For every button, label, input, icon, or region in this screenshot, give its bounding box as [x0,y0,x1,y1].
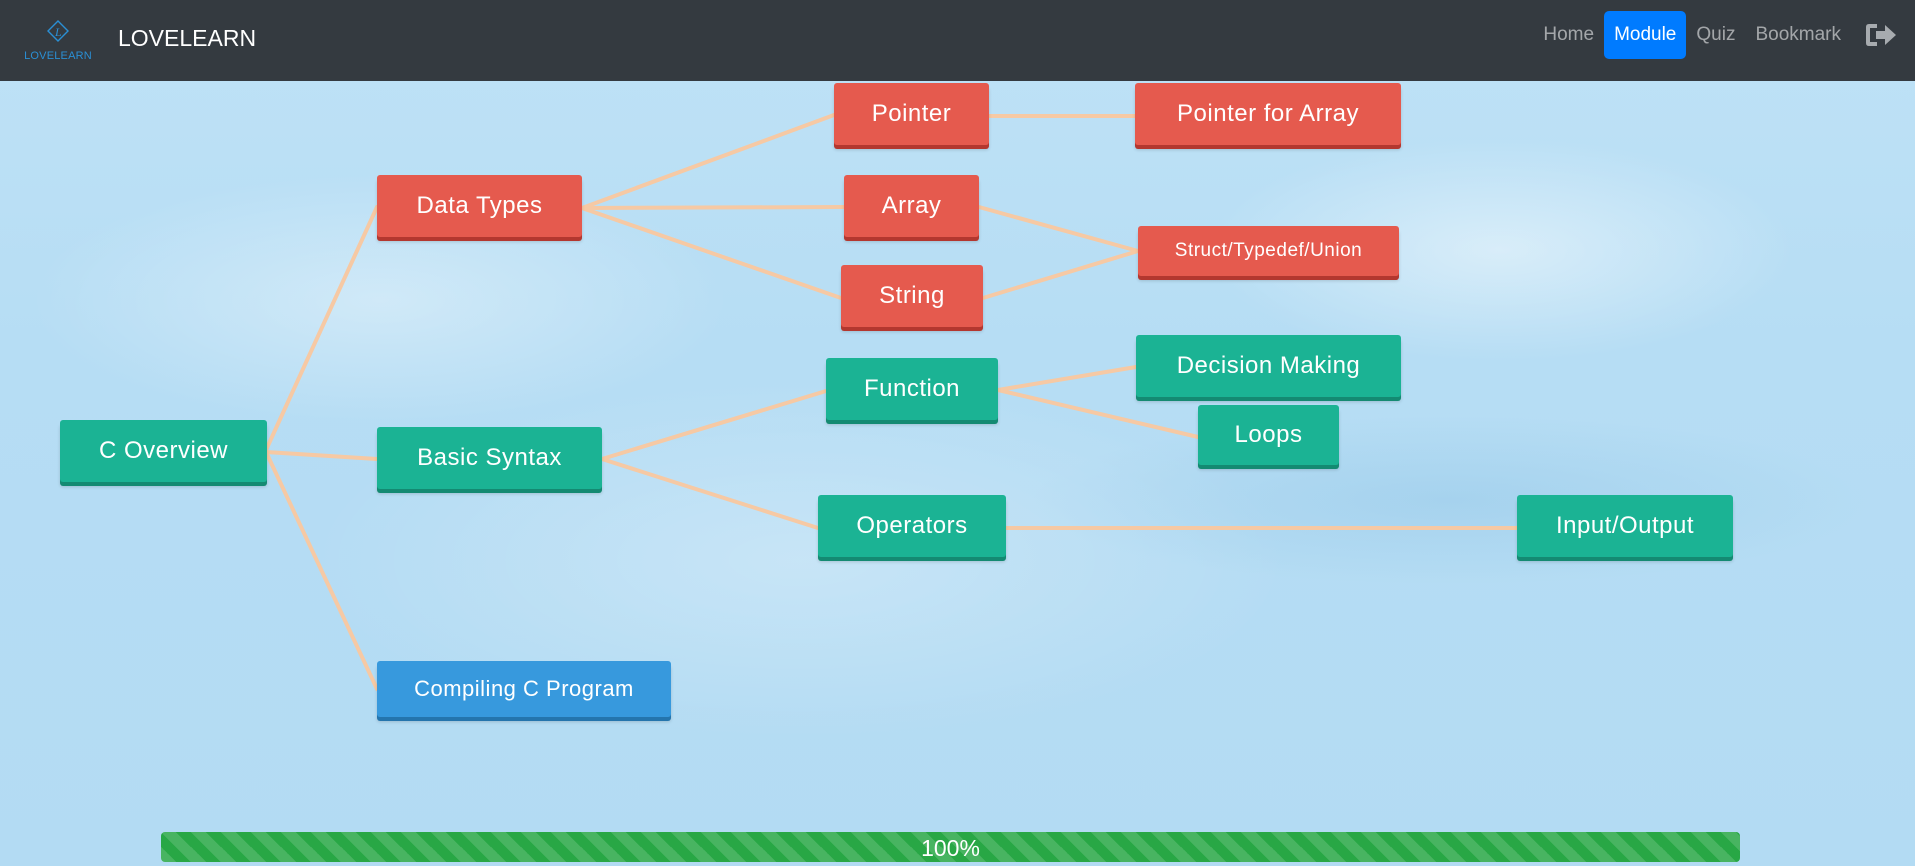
connector-overview-datatypes [264,205,379,452]
node-string[interactable]: String [841,265,983,327]
connector-function-decisionmaking [996,365,1138,392]
connector-string-struct [981,249,1140,300]
connector-datatypes-string [580,206,843,300]
node-operators[interactable]: Operators [818,495,1006,557]
node-compiling-c-program[interactable]: Compiling C Program [377,661,671,717]
node-c-overview[interactable]: C Overview [60,420,267,482]
connector-basicsyntax-operators [600,457,820,530]
progress-bar: 100% [161,832,1740,862]
connector-function-loops [996,388,1200,439]
node-basic-syntax[interactable]: Basic Syntax [377,427,602,489]
node-pointer[interactable]: Pointer [834,83,989,145]
node-loops[interactable]: Loops [1198,405,1339,465]
node-input-output[interactable]: Input/Output [1517,495,1733,557]
connector-overview-basicsyntax [264,450,379,461]
node-function[interactable]: Function [826,358,998,420]
connector-basicsyntax-function [600,389,828,461]
node-decision-making[interactable]: Decision Making [1136,335,1401,397]
node-array[interactable]: Array [844,175,979,237]
node-struct-typedef-union[interactable]: Struct/Typedef/Union [1138,226,1399,276]
connector-datatypes-pointer [580,113,836,210]
connector-datatypes-array [580,205,846,210]
node-data-types[interactable]: Data Types [377,175,582,237]
connector-overview-compiling [264,450,379,691]
node-pointer-for-array[interactable]: Pointer for Array [1135,83,1401,145]
connector-array-struct [977,205,1140,253]
progress-label: 100% [921,835,980,861]
